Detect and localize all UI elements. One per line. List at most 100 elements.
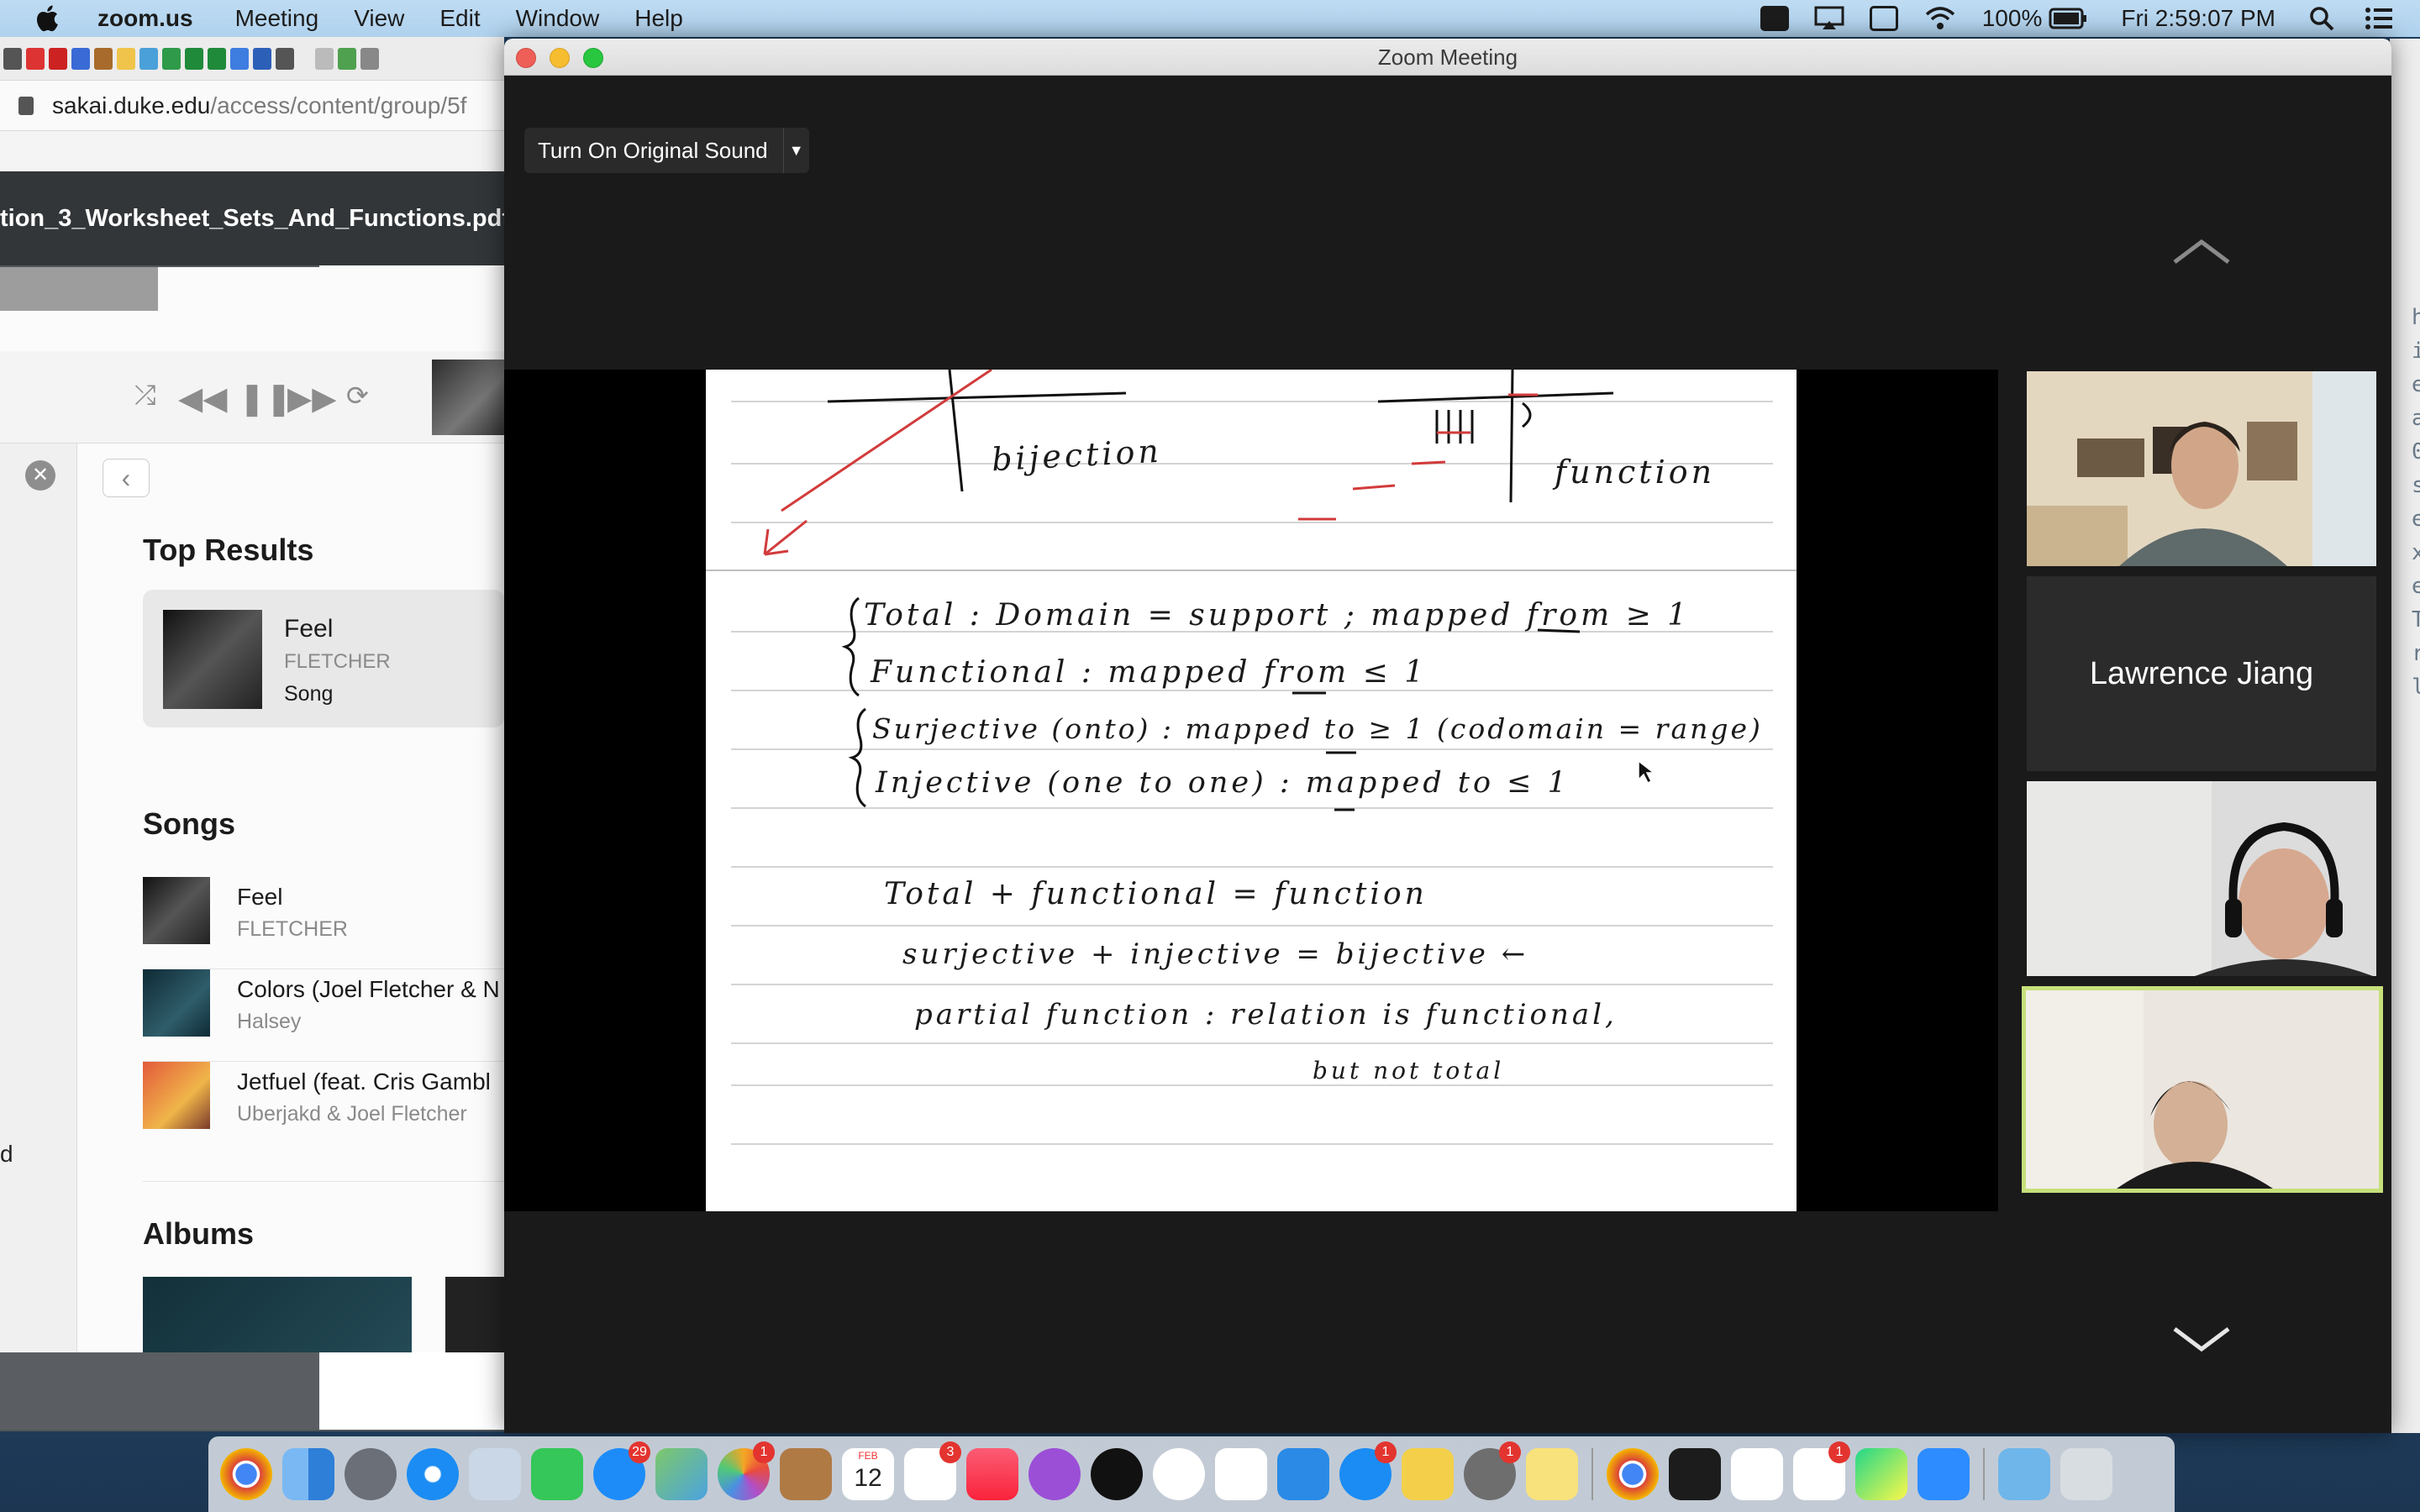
menu-meeting[interactable]: Meeting [235,5,319,32]
album-tile[interactable] [143,1277,412,1352]
fast-forward-icon[interactable]: ▶▶ [287,380,336,417]
bookmark-icon[interactable] [315,47,334,70]
downloads-folder-icon[interactable] [1998,1448,2050,1500]
menu-window[interactable]: Window [516,5,600,32]
reminders-icon[interactable]: 3 [904,1441,961,1500]
preview-icon[interactable] [469,1448,521,1500]
status-area: 100% Fri 2:59:07 PM [1735,0,2420,37]
repeat-icon[interactable]: ⟳ [346,380,369,412]
back-button[interactable]: ‹ [103,459,150,497]
menu-edit[interactable]: Edit [439,5,480,32]
zoom-status-icon[interactable] [1760,6,1789,31]
rewind-icon[interactable]: ◀◀ [178,380,227,417]
photos-icon[interactable]: 1 [718,1441,775,1500]
participant-video-tile[interactable] [2027,371,2376,566]
battery-percent[interactable]: 100% [1982,5,2043,32]
terminal-icon[interactable] [1669,1448,1721,1500]
maps-icon[interactable] [655,1448,708,1500]
battery-icon[interactable] [2049,8,2087,29]
bookmark-icon[interactable] [338,47,356,70]
apple-menu-icon[interactable] [34,3,64,34]
chevron-up-icon[interactable] [2168,235,2235,269]
bookmark-icon[interactable] [185,47,203,70]
participant-video [2027,781,2376,976]
podcasts-icon[interactable] [1028,1448,1081,1500]
chrome-icon[interactable] [1607,1448,1659,1500]
menu-help[interactable]: Help [634,5,683,32]
messages-icon[interactable]: 29 [593,1441,650,1500]
contacts-icon[interactable] [780,1448,832,1500]
dropdown-arrow-icon[interactable]: ▼ [784,142,809,160]
chrome-icon[interactable] [220,1448,272,1500]
vscode-icon[interactable] [1731,1448,1783,1500]
background-window-edge: h i e a 0 s e x e T r l [2390,39,2420,1433]
bookmark-icon[interactable] [360,47,379,70]
app-name-menu[interactable]: zoom.us [97,5,193,32]
music-icon[interactable] [966,1448,1018,1500]
screen-share-area[interactable]: bijection function Total : Domain = supp… [504,370,1998,1211]
keyboard-icon[interactable] [1869,6,1898,31]
calendar-day: 12 [854,1464,882,1492]
news-icon[interactable] [1153,1448,1205,1500]
keynote-icon[interactable] [1277,1448,1329,1500]
launchpad-icon[interactable] [345,1448,397,1500]
chevron-down-icon[interactable] [2168,1322,2235,1356]
pause-icon[interactable]: ❚❚ [239,380,292,417]
numbers-icon[interactable] [1215,1448,1267,1500]
bookmark-icon[interactable] [208,47,226,70]
minimize-window-button[interactable] [550,48,570,68]
participant-video-tile[interactable] [2027,781,2376,976]
bookmark-icon[interactable] [3,47,22,70]
zoom-icon[interactable] [1918,1448,1970,1500]
bookmark-icon[interactable] [94,47,113,70]
airplay-icon[interactable] [1814,6,1844,31]
bookmark-icon[interactable] [253,47,271,70]
edge-char: T [2412,607,2420,633]
zoom-meeting-window: Zoom Meeting Turn On Original Sound ▼ bi… [504,39,2391,1433]
bookmark-icon[interactable] [139,47,158,70]
menubar-clock[interactable]: Fri 2:59:07 PM [2121,5,2275,32]
edge-char: e [2412,574,2420,599]
notification-center-icon[interactable] [2365,7,2393,30]
song-row[interactable]: Jetfuel (feat. Cris Gambl Uberjakd & Joe… [143,1062,504,1154]
edge-char: e [2412,507,2420,532]
trash-icon[interactable] [2060,1448,2112,1500]
zoom-window-button[interactable] [583,48,603,68]
notification-badge: 1 [1828,1441,1850,1463]
bookmark-icon[interactable] [26,47,45,70]
bookmark-icon[interactable] [49,47,67,70]
bookmark-icon[interactable] [71,47,90,70]
facetime-icon[interactable] [531,1448,583,1500]
pycharm-icon[interactable] [1855,1448,1907,1500]
finder-icon[interactable] [282,1448,334,1500]
now-playing-artwork[interactable] [432,360,504,435]
bookmark-icon[interactable] [276,47,294,70]
bookmark-icon[interactable] [117,47,135,70]
wifi-icon[interactable] [1923,6,1957,31]
lock-icon [18,96,34,115]
close-window-button[interactable] [516,48,536,68]
app-store-icon[interactable]: 1 [1339,1441,1397,1500]
slack-icon[interactable]: 1 [1793,1441,1850,1500]
song-row[interactable]: Feel FLETCHER [143,877,504,969]
original-sound-button[interactable]: Turn On Original Sound [524,128,784,173]
shuffle-icon[interactable]: ⤮ [134,380,156,412]
search-clear-icon[interactable]: ✕ [25,460,55,491]
address-bar[interactable]: sakai.duke.edu/access/content/group/5f [0,81,504,131]
participant-video-tile-active-speaker[interactable] [2022,986,2383,1193]
apple-tv-icon[interactable] [1091,1448,1143,1500]
spotlight-search-icon[interactable] [2309,6,2334,31]
top-result-card[interactable]: Feel FLETCHER Song [143,590,504,727]
album-tile[interactable] [445,1277,504,1352]
calendar-icon[interactable]: FEB 12 [842,1448,894,1500]
pages-icon[interactable] [1402,1448,1454,1500]
safari-icon[interactable] [407,1448,459,1500]
menu-view[interactable]: View [354,5,404,32]
system-preferences-icon[interactable]: 1 [1464,1441,1521,1500]
bookmark-icon[interactable] [230,47,249,70]
notes-icon[interactable] [1526,1448,1578,1500]
bookmark-icon[interactable] [162,47,181,70]
song-title: Colors (Joel Fletcher & N [237,976,500,1002]
song-row[interactable]: Colors (Joel Fletcher & N Halsey [143,969,504,1062]
participant-name-tile[interactable]: Lawrence Jiang [2027,576,2376,771]
